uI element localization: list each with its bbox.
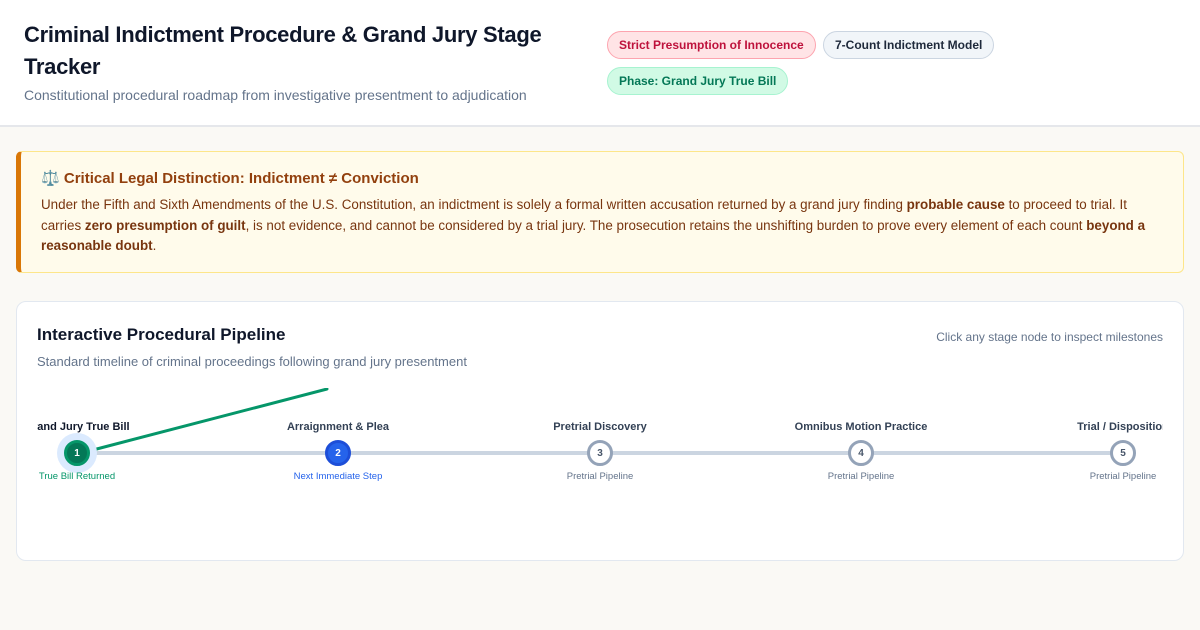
stage-2[interactable]: Arraignment & Plea 2 Next Immediate Step bbox=[287, 388, 389, 508]
stage-node-4[interactable]: 4 bbox=[848, 440, 874, 466]
stage-status: True Bill Returned bbox=[38, 471, 116, 482]
count-model-badge: 7-Count Indictment Model bbox=[823, 31, 995, 59]
alert-emphasis: probable cause bbox=[906, 197, 1005, 212]
page-subtitle: Constitutional procedural roadmap from i… bbox=[24, 87, 527, 103]
stage-node-3[interactable]: 3 bbox=[587, 440, 613, 466]
stage-pipeline: Grand Jury True Bill 1 True Bill Returne… bbox=[37, 388, 1163, 508]
scales-icon: ⚖️ bbox=[41, 170, 60, 187]
stage-status: Pretrial Pipeline bbox=[1089, 471, 1157, 482]
stage-label: Omnibus Motion Practice bbox=[794, 421, 928, 433]
stage-5[interactable]: Trial / Disposition 5 Pretrial Pipeline bbox=[1077, 388, 1163, 508]
stage-node-1[interactable]: 1 bbox=[64, 440, 90, 466]
pipeline-hint: Click any stage node to inspect mileston… bbox=[936, 330, 1163, 344]
stage-status: Pretrial Pipeline bbox=[827, 471, 895, 482]
stage-label: Grand Jury True Bill bbox=[37, 421, 130, 433]
alert-title: ⚖️ Critical Legal Distinction: Indictmen… bbox=[41, 168, 1163, 190]
stage-status: Pretrial Pipeline bbox=[566, 471, 634, 482]
legal-distinction-alert: ⚖️ Critical Legal Distinction: Indictmen… bbox=[16, 151, 1184, 273]
phase-badge: Phase: Grand Jury True Bill bbox=[607, 67, 789, 95]
alert-text: , is not evidence, and cannot be conside… bbox=[245, 217, 1087, 233]
pipeline-panel: Interactive Procedural Pipeline Click an… bbox=[16, 301, 1184, 561]
stage-status: Next Immediate Step bbox=[293, 471, 383, 482]
stage-label: Pretrial Discovery bbox=[553, 421, 647, 433]
alert-text: . bbox=[152, 238, 157, 253]
pipeline-title: Interactive Procedural Pipeline bbox=[37, 325, 286, 344]
stage-label: Arraignment & Plea bbox=[286, 421, 390, 433]
page-header: Criminal Indictment Procedure & Grand Ju… bbox=[0, 0, 1200, 127]
alert-body: Under the Fifth and Sixth Amendments of … bbox=[41, 195, 1163, 257]
presumption-badge: Strict Presumption of Innocence bbox=[607, 31, 816, 59]
stage-node-2[interactable]: 2 bbox=[325, 440, 351, 466]
stage-4[interactable]: Omnibus Motion Practice 4 Pretrial Pipel… bbox=[795, 388, 928, 508]
stage-3[interactable]: Pretrial Discovery 3 Pretrial Pipeline bbox=[553, 388, 647, 508]
stage-1[interactable]: Grand Jury True Bill 1 True Bill Returne… bbox=[37, 388, 130, 508]
alert-text: Under the Fifth and Sixth Amendments of … bbox=[41, 197, 907, 212]
pipeline-subtitle: Standard timeline of criminal proceeding… bbox=[37, 354, 467, 369]
stage-label: Trial / Disposition bbox=[1077, 421, 1163, 433]
alert-title-text: Critical Legal Distinction: Indictment ≠… bbox=[63, 170, 419, 187]
stage-node-5[interactable]: 5 bbox=[1110, 440, 1136, 466]
page-title: Criminal Indictment Procedure & Grand Ju… bbox=[24, 22, 542, 79]
alert-emphasis: zero presumption of guilt bbox=[84, 217, 246, 233]
